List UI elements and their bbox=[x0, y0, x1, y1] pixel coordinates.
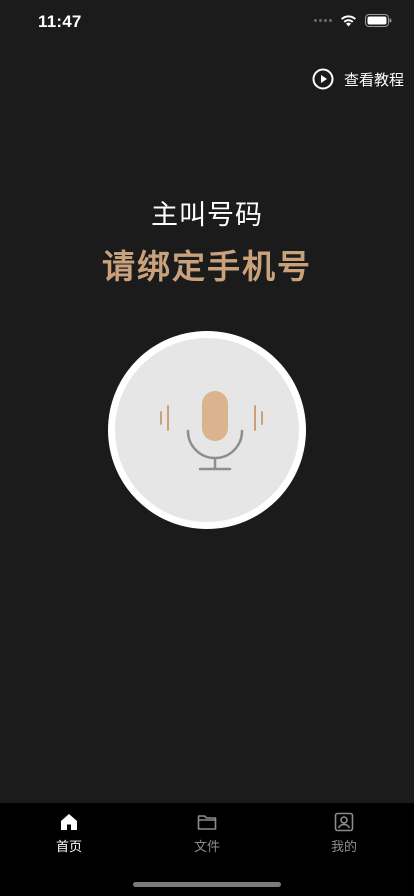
app-screen: 11:47 查看教程 主叫号码 请绑定手机号 首页 文件 我的 bbox=[0, 0, 414, 896]
view-tutorial-label: 查看教程 bbox=[343, 70, 404, 89]
status-time: 11:47 bbox=[38, 12, 82, 31]
play-circle-icon bbox=[312, 68, 334, 90]
microphone-button-face bbox=[115, 338, 299, 522]
profile-icon bbox=[334, 812, 354, 832]
tab-mine[interactable]: 我的 bbox=[304, 811, 384, 855]
view-tutorial-button[interactable]: 查看教程 bbox=[312, 68, 404, 90]
status-indicators bbox=[314, 14, 392, 27]
tab-files[interactable]: 文件 bbox=[167, 811, 247, 855]
cellular-signal-icon bbox=[314, 19, 332, 22]
home-indicator[interactable] bbox=[133, 882, 281, 887]
microphone-icon bbox=[160, 391, 263, 471]
bind-phone-prompt[interactable]: 请绑定手机号 bbox=[0, 240, 414, 288]
battery-icon bbox=[365, 14, 392, 27]
tab-home[interactable]: 首页 bbox=[29, 811, 109, 855]
caller-number-label: 主叫号码 bbox=[151, 200, 263, 231]
folder-icon bbox=[197, 815, 217, 830]
microphone-button[interactable] bbox=[108, 331, 306, 529]
tab-mine-label: 我的 bbox=[330, 840, 357, 855]
wifi-icon bbox=[341, 15, 356, 27]
tab-home-label: 首页 bbox=[55, 840, 82, 855]
tab-files-label: 文件 bbox=[193, 840, 220, 855]
status-bar: 11:47 bbox=[0, 0, 414, 44]
home-icon bbox=[61, 814, 77, 830]
